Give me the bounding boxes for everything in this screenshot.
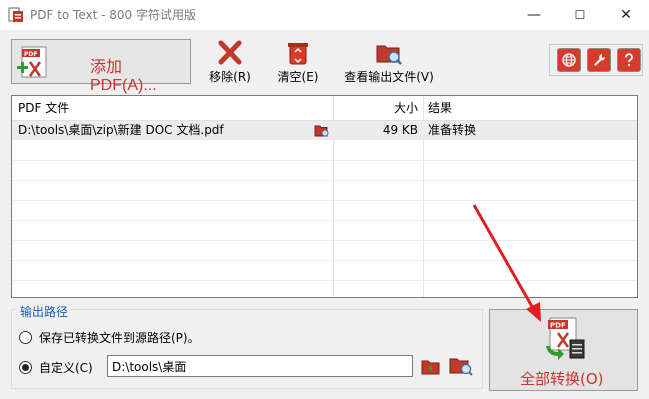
add-pdf-label: 添加 PDF(A)...	[90, 59, 157, 94]
view-output-button[interactable]: 查看输出文件(V)	[340, 40, 438, 86]
source-path-radio[interactable]	[19, 331, 32, 344]
recycle-bin-icon	[288, 43, 308, 65]
window-title: PDF to Text - 800 字符试用版	[30, 8, 197, 22]
browse-folder-icon[interactable]	[420, 356, 442, 378]
globe-icon	[562, 53, 576, 67]
maximize-button[interactable]: ☐	[557, 0, 603, 30]
view-output-label: 查看输出文件(V)	[344, 70, 434, 84]
clear-label: 清空(E)	[277, 70, 319, 84]
column-header-file[interactable]: PDF 文件	[18, 96, 318, 120]
add-pdf-badge: PDF	[24, 51, 37, 58]
open-output-folder-icon[interactable]	[448, 354, 474, 378]
row-line	[12, 180, 637, 181]
file-size-cell: 49 KB	[382, 123, 418, 137]
custom-path-input[interactable]	[107, 355, 413, 377]
file-path-cell: D:\tools\桌面\zip\新建 DOC 文档.pdf	[18, 123, 224, 137]
custom-path-radio[interactable]	[19, 361, 32, 374]
website-button[interactable]	[557, 48, 581, 72]
table-row[interactable]: D:\tools\桌面\zip\新建 DOC 文档.pdf 49 KB 准备转换	[12, 121, 637, 140]
close-button[interactable]: ✕	[603, 0, 649, 30]
source-path-label[interactable]: 保存已转换文件到源路径(P)。	[39, 329, 200, 346]
row-line	[12, 280, 637, 281]
output-path-legend: 输出路径	[17, 303, 72, 320]
minimize-button[interactable]: —	[511, 0, 557, 30]
column-header-size[interactable]: 大小	[342, 96, 418, 120]
remove-icon	[218, 40, 242, 65]
custom-path-label[interactable]: 自定义(C)	[39, 359, 93, 376]
folder-search-icon	[376, 45, 402, 65]
file-list[interactable]: PDF 文件 大小 结果 D:\tools\桌面\zip\新建 DOC 文档.p…	[11, 95, 638, 298]
column-header-result[interactable]: 结果	[428, 96, 528, 120]
remove-label: 移除(R)	[209, 70, 251, 84]
add-pdf-icon: PDF	[17, 46, 47, 78]
clear-button[interactable]: 清空(E)	[272, 40, 324, 86]
output-path-group	[11, 309, 483, 389]
settings-button[interactable]	[587, 48, 611, 72]
pdf-convert-icon: PDF	[546, 317, 585, 360]
open-folder-icon[interactable]	[314, 123, 330, 138]
title-bar: PDF to Text - 800 字符试用版 — ☐ ✕	[0, 0, 649, 30]
row-line	[12, 220, 637, 221]
result-cell: 准备转换	[428, 123, 477, 137]
row-line	[12, 200, 637, 201]
convert-all-label: 全部转换(O)	[520, 370, 604, 388]
convert-icon-badge: PDF	[550, 322, 566, 330]
wrench-icon	[594, 54, 606, 66]
question-icon	[625, 53, 633, 67]
remove-button[interactable]: 移除(R)	[205, 40, 255, 86]
convert-all-button[interactable]: PDF 全部转换(O)	[489, 309, 638, 391]
row-line	[12, 160, 637, 161]
row-line	[12, 260, 637, 261]
add-pdf-button[interactable]: PDF 添加 PDF(A)...	[11, 39, 191, 94]
row-line	[12, 240, 637, 241]
app-icon	[8, 7, 23, 22]
help-button[interactable]	[617, 48, 641, 72]
